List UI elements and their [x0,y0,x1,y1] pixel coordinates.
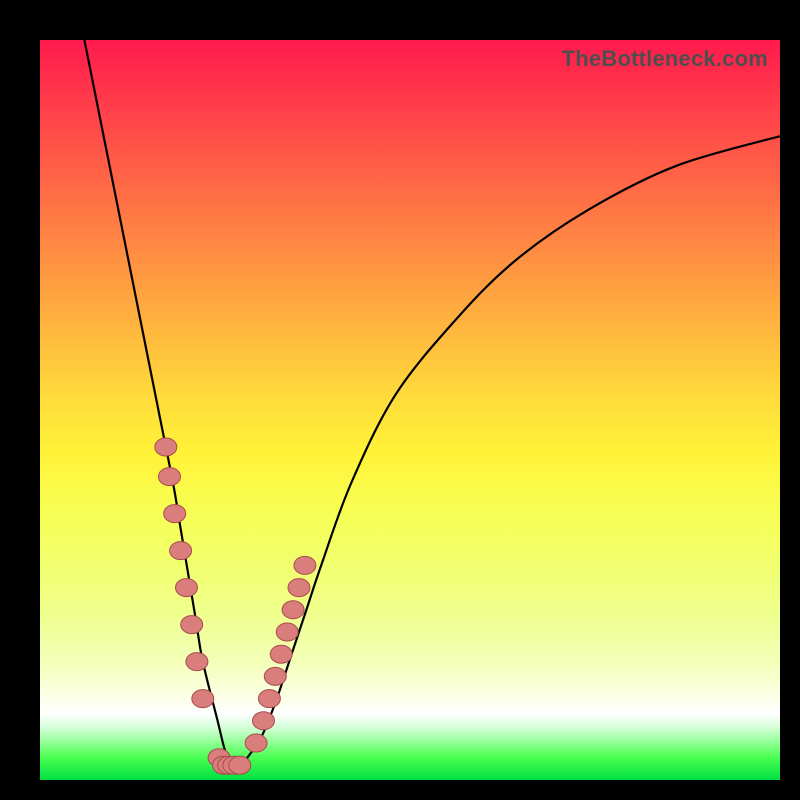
bead [253,712,275,730]
bead [176,579,198,597]
bead [181,616,203,634]
plot-area: TheBottleneck.com [40,40,780,780]
bead [155,438,177,456]
bead [282,601,304,619]
bead [186,653,208,671]
curve-layer [40,40,780,780]
chart-frame: TheBottleneck.com [0,0,800,800]
bead [258,690,280,708]
highlight-beads [155,438,316,774]
bead [245,734,267,752]
bead [288,579,310,597]
bead [192,690,214,708]
bead [229,756,251,774]
bead [170,542,192,560]
bead [264,667,286,685]
bead [270,645,292,663]
bead [159,468,181,486]
bead [164,505,186,523]
bead [276,623,298,641]
bead [294,556,316,574]
